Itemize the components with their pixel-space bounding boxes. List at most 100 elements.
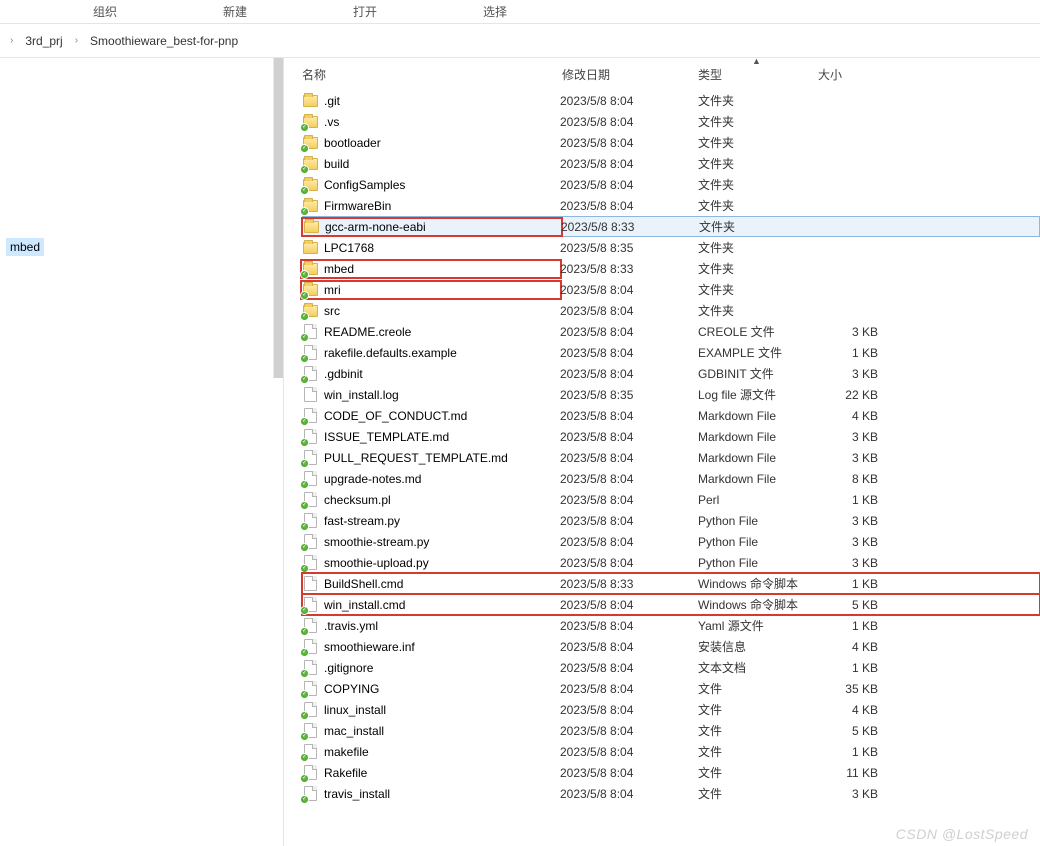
row-name-cell[interactable]: COPYING [302,681,560,697]
row-name-cell[interactable]: Rakefile [302,765,560,781]
table-row[interactable]: LPC17682023/5/8 8:35文件夹 [302,237,1040,258]
file-name: ISSUE_TEMPLATE.md [324,430,449,444]
table-row[interactable]: win_install.cmd2023/5/8 8:04Windows 命令脚本… [302,594,1040,615]
table-row[interactable]: .vs2023/5/8 8:04文件夹 [302,111,1040,132]
row-name-cell[interactable]: win_install.cmd [302,597,560,613]
ribbon-tab-organize[interactable]: 组织 [40,3,170,20]
row-name-cell[interactable]: src [302,303,560,319]
file-type: Python File [696,514,816,528]
row-name-cell[interactable]: .vs [302,114,560,130]
file-date: 2023/5/8 8:04 [560,409,696,423]
file-name: mri [324,283,341,297]
table-row[interactable]: smoothieware.inf2023/5/8 8:04安装信息4 KB [302,636,1040,657]
sidebar-scrollbar[interactable] [273,58,283,378]
table-row[interactable]: Rakefile2023/5/8 8:04文件11 KB [302,762,1040,783]
row-name-cell[interactable]: rakefile.defaults.example [302,345,560,361]
row-name-cell[interactable]: fast-stream.py [302,513,560,529]
table-row[interactable]: mri2023/5/8 8:04文件夹 [302,279,1040,300]
file-size: 5 KB [816,724,894,738]
table-row[interactable]: win_install.log2023/5/8 8:35Log file 源文件… [302,384,1040,405]
breadcrumb-segment[interactable]: Smoothieware_best-for-pnp [84,34,244,48]
row-name-cell[interactable]: CODE_OF_CONDUCT.md [302,408,560,424]
chevron-right-icon: › [4,35,19,46]
table-row[interactable]: upgrade-notes.md2023/5/8 8:04Markdown Fi… [302,468,1040,489]
row-name-cell[interactable]: mbed [302,261,560,277]
table-row[interactable]: .gitignore2023/5/8 8:04文本文档1 KB [302,657,1040,678]
file-size: 3 KB [816,556,894,570]
row-name-cell[interactable]: .travis.yml [302,618,560,634]
table-row[interactable]: build2023/5/8 8:04文件夹 [302,153,1040,174]
row-name-cell[interactable]: README.creole [302,324,560,340]
row-name-cell[interactable]: smoothie-upload.py [302,555,560,571]
row-name-cell[interactable]: win_install.log [302,387,560,403]
table-row[interactable]: fast-stream.py2023/5/8 8:04Python File3 … [302,510,1040,531]
table-row[interactable]: mac_install2023/5/8 8:04文件5 KB [302,720,1040,741]
row-name-cell[interactable]: mac_install [302,723,560,739]
row-name-cell[interactable]: build [302,156,560,172]
table-row[interactable]: rakefile.defaults.example2023/5/8 8:04EX… [302,342,1040,363]
table-row[interactable]: FirmwareBin2023/5/8 8:04文件夹 [302,195,1040,216]
breadcrumb-segment[interactable]: 3rd_prj [19,34,68,48]
row-name-cell[interactable]: mri [302,282,560,298]
table-row[interactable]: PULL_REQUEST_TEMPLATE.md2023/5/8 8:04Mar… [302,447,1040,468]
ribbon-tab-select[interactable]: 选择 [430,3,560,20]
folder-icon [302,198,318,214]
table-row[interactable]: makefile2023/5/8 8:04文件1 KB [302,741,1040,762]
col-header-type[interactable]: 类型 ▲ [698,66,818,83]
table-row[interactable]: .gdbinit2023/5/8 8:04GDBINIT 文件3 KB [302,363,1040,384]
row-name-cell[interactable]: ConfigSamples [302,177,560,193]
table-row[interactable]: .git2023/5/8 8:04文件夹 [302,90,1040,111]
row-name-cell[interactable]: checksum.pl [302,492,560,508]
table-row[interactable]: smoothie-upload.py2023/5/8 8:04Python Fi… [302,552,1040,573]
table-row[interactable]: bootloader2023/5/8 8:04文件夹 [302,132,1040,153]
col-header-name[interactable]: 名称 [302,66,562,83]
row-name-cell[interactable]: LPC1768 [302,240,560,256]
row-name-cell[interactable]: ISSUE_TEMPLATE.md [302,429,560,445]
table-row[interactable]: ConfigSamples2023/5/8 8:04文件夹 [302,174,1040,195]
row-name-cell[interactable]: gcc-arm-none-eabi [303,219,561,235]
table-row[interactable]: smoothie-stream.py2023/5/8 8:04Python Fi… [302,531,1040,552]
row-name-cell[interactable]: smoothie-stream.py [302,534,560,550]
row-name-cell[interactable]: PULL_REQUEST_TEMPLATE.md [302,450,560,466]
row-name-cell[interactable]: smoothieware.inf [302,639,560,655]
ribbon-tab-open[interactable]: 打开 [300,3,430,20]
sync-check-icon [300,291,309,300]
folder-icon [302,114,318,130]
file-name: src [324,304,340,318]
sync-check-icon [300,417,309,426]
table-row[interactable]: src2023/5/8 8:04文件夹 [302,300,1040,321]
ribbon-tab-new[interactable]: 新建 [170,3,300,20]
table-row[interactable]: COPYING2023/5/8 8:04文件35 KB [302,678,1040,699]
row-name-cell[interactable]: makefile [302,744,560,760]
table-row[interactable]: README.creole2023/5/8 8:04CREOLE 文件3 KB [302,321,1040,342]
row-name-cell[interactable]: linux_install [302,702,560,718]
file-date: 2023/5/8 8:04 [560,535,696,549]
row-name-cell[interactable]: bootloader [302,135,560,151]
row-name-cell[interactable]: FirmwareBin [302,198,560,214]
table-row[interactable]: mbed2023/5/8 8:33文件夹 [302,258,1040,279]
file-type: EXAMPLE 文件 [696,344,816,361]
breadcrumb[interactable]: › 3rd_prj › Smoothieware_best-for-pnp [0,24,1040,58]
row-name-cell[interactable]: .gdbinit [302,366,560,382]
col-header-size[interactable]: 大小 [818,66,898,83]
sidebar-item-mbed[interactable]: mbed [6,238,44,256]
table-row[interactable]: .travis.yml2023/5/8 8:04Yaml 源文件1 KB [302,615,1040,636]
row-name-cell[interactable]: upgrade-notes.md [302,471,560,487]
table-row[interactable]: linux_install2023/5/8 8:04文件4 KB [302,699,1040,720]
table-row[interactable]: ISSUE_TEMPLATE.md2023/5/8 8:04Markdown F… [302,426,1040,447]
folder-icon [302,261,318,277]
table-row[interactable]: gcc-arm-none-eabi2023/5/8 8:33文件夹 [302,216,1040,237]
table-row[interactable]: CODE_OF_CONDUCT.md2023/5/8 8:04Markdown … [302,405,1040,426]
row-name-cell[interactable]: travis_install [302,786,560,802]
sidebar-tree[interactable]: mbed [0,58,284,846]
row-name-cell[interactable]: .gitignore [302,660,560,676]
row-name-cell[interactable]: BuildShell.cmd [302,576,560,592]
row-name-cell[interactable]: .git [302,93,560,109]
file-date: 2023/5/8 8:04 [560,115,696,129]
table-row[interactable]: checksum.pl2023/5/8 8:04Perl1 KB [302,489,1040,510]
table-row[interactable]: BuildShell.cmd2023/5/8 8:33Windows 命令脚本1… [302,573,1040,594]
col-header-date[interactable]: 修改日期 [562,66,698,83]
table-row[interactable]: travis_install2023/5/8 8:04文件3 KB [302,783,1040,804]
file-name: .gitignore [324,661,373,675]
file-size: 1 KB [816,745,894,759]
